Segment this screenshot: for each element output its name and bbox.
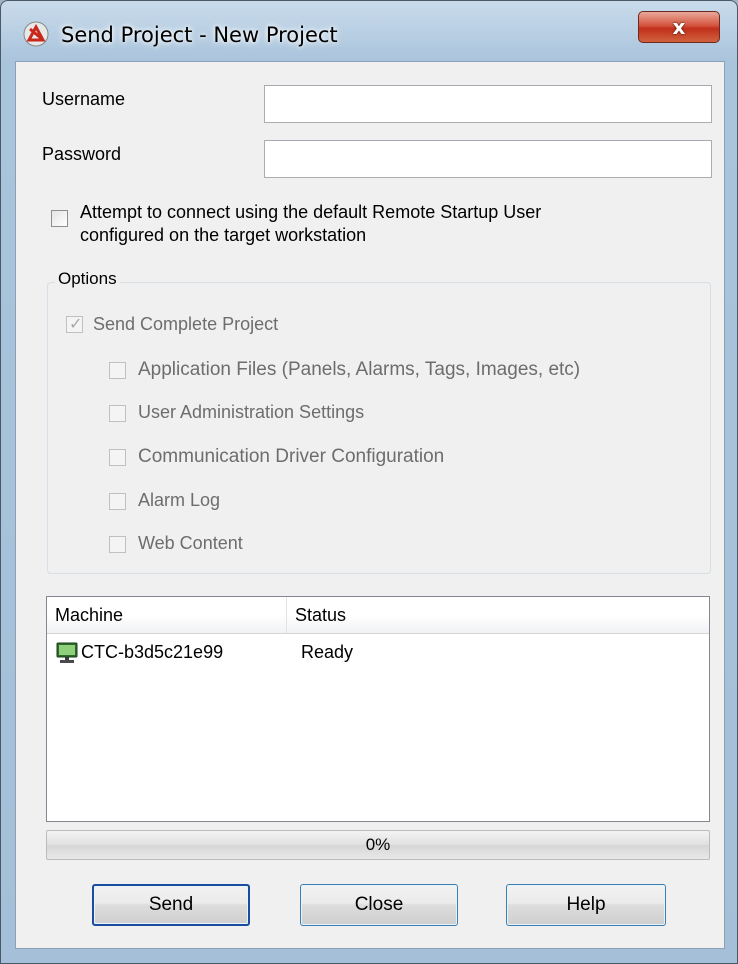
- send-complete-checkbox: ✓: [66, 314, 83, 333]
- application-files-checkbox: [109, 362, 126, 379]
- machine-status: Ready: [301, 642, 354, 662]
- remote-startup-checkbox[interactable]: [51, 210, 68, 227]
- username-input[interactable]: [264, 85, 712, 123]
- monitor-icon: [56, 642, 78, 663]
- web-content-label: Web Content: [138, 533, 243, 553]
- send-progress-bar: 0%: [46, 830, 710, 860]
- send-project-dialog: Send Project - New Project x Username Pa…: [0, 0, 738, 964]
- send-complete-label: Send Complete Project: [93, 314, 279, 334]
- machine-name: CTC-b3d5c21e99: [81, 642, 224, 662]
- send-button[interactable]: Send: [92, 884, 250, 926]
- options-group-title: Options: [55, 269, 120, 289]
- alarm-log-label: Alarm Log: [138, 490, 221, 510]
- remote-startup-label-line1: Attempt to connect using the default Rem…: [80, 202, 542, 222]
- close-window-button[interactable]: x: [638, 11, 720, 43]
- application-files-label: Application Files (Panels, Alarms, Tags,…: [138, 359, 581, 380]
- listview-header: Machine Status: [47, 597, 709, 634]
- remote-startup-label-line2: configured on the target workstation: [80, 225, 367, 245]
- column-header-status[interactable]: Status: [287, 597, 709, 633]
- column-header-machine[interactable]: Machine: [47, 597, 287, 633]
- title-bar[interactable]: Send Project - New Project x: [1, 1, 737, 61]
- close-button[interactable]: Close: [300, 884, 458, 926]
- user-admin-label: User Administration Settings: [138, 402, 365, 422]
- dialog-content: Username Password Attempt to connect usi…: [15, 61, 725, 949]
- progress-text: 0%: [365, 835, 391, 854]
- window-title: Send Project - New Project: [61, 23, 338, 47]
- username-label: Username: [42, 89, 126, 109]
- remote-startup-label[interactable]: Attempt to connect using the default Rem…: [80, 201, 541, 247]
- web-content-checkbox: [109, 536, 126, 553]
- password-label: Password: [42, 144, 122, 164]
- user-admin-checkbox: [109, 405, 126, 422]
- help-button[interactable]: Help: [506, 884, 666, 926]
- alarm-log-checkbox: [109, 493, 126, 510]
- comm-driver-checkbox: [109, 449, 126, 466]
- checkmark-icon: ✓: [69, 314, 83, 333]
- password-input[interactable]: [264, 140, 712, 178]
- machine-listview[interactable]: Machine Status CTC-b3d5c21e99 Ready: [46, 596, 710, 822]
- machine-row[interactable]: CTC-b3d5c21e99 Ready: [47, 637, 709, 667]
- app-logo-icon: [23, 21, 49, 47]
- close-icon: x: [672, 15, 686, 39]
- comm-driver-label: Communication Driver Configuration: [138, 446, 445, 467]
